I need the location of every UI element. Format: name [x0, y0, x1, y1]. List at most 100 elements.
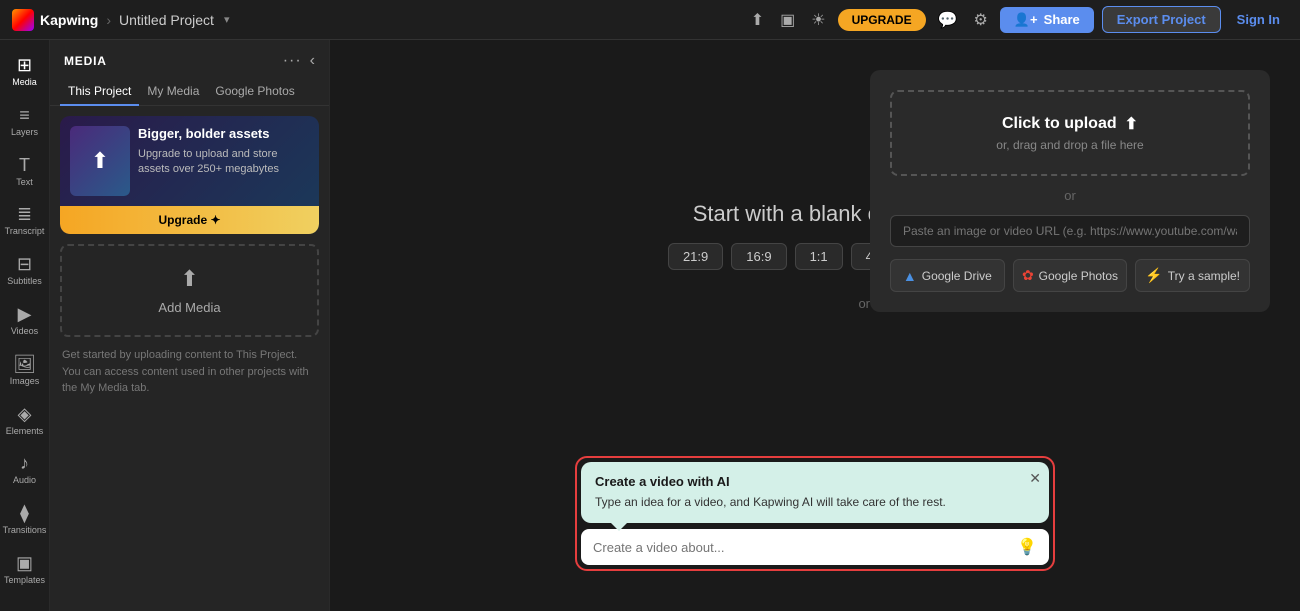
nav-item-videos[interactable]: ▶ Videos	[2, 297, 48, 345]
add-media-label: Add Media	[158, 300, 220, 315]
nav-item-layers[interactable]: ≡ Layers	[2, 98, 48, 146]
nav-label-subtitles: Subtitles	[7, 276, 42, 287]
nav-label-transcript: Transcript	[5, 226, 45, 237]
upgrade-card-description: Upgrade to upload and store assets over …	[138, 147, 309, 178]
or-divider: or	[858, 296, 870, 311]
ratio-btn-1-1[interactable]: 1:1	[795, 243, 843, 270]
panel-header-actions: ··· ‹	[283, 52, 315, 70]
google-photos-label: Google Photos	[1039, 269, 1118, 283]
tab-my-media[interactable]: My Media	[139, 78, 207, 106]
signin-button[interactable]: Sign In	[1229, 7, 1288, 32]
templates-nav-icon: ▣	[16, 554, 33, 572]
panel-collapse-button[interactable]: ‹	[310, 52, 315, 70]
upgrade-card-button[interactable]: Upgrade ✦	[60, 206, 319, 234]
panel-more-button[interactable]: ···	[283, 52, 302, 70]
add-media-icon: ⬆	[180, 266, 198, 292]
ai-bubble-description: Type an idea for a video, and Kapwing AI…	[595, 494, 1035, 511]
ai-bubble-title: Create a video with AI	[595, 474, 1035, 489]
panel-header: MEDIA ··· ‹	[50, 40, 329, 78]
ai-bubble: ✕ Create a video with AI Type an idea fo…	[581, 462, 1049, 523]
upgrade-card: ⬆ Bigger, bolder assets Upgrade to uploa…	[60, 116, 319, 234]
nav-item-media[interactable]: ⊞ Media	[2, 48, 48, 96]
breadcrumb-separator: ›	[106, 12, 111, 28]
nav-label-images: Images	[10, 376, 40, 387]
main-layout: ⊞ Media ≡ Layers T Text ≣ Transcript ⊟ S…	[0, 40, 1300, 611]
ratio-btn-21-9[interactable]: 21:9	[668, 243, 723, 270]
brand-name: Kapwing	[40, 12, 98, 28]
comment-icon-btn[interactable]: 💬	[934, 6, 962, 34]
right-upload-panel: Click to upload ⬆ or, drag and drop a fi…	[870, 70, 1270, 312]
media-panel: MEDIA ··· ‹ This Project My Media Google…	[50, 40, 330, 611]
upgrade-text-block: Bigger, bolder assets Upgrade to upload …	[138, 126, 309, 196]
google-photos-button[interactable]: ✿ Google Photos	[1013, 259, 1128, 292]
try-sample-button[interactable]: ⚡ Try a sample!	[1135, 259, 1250, 292]
elements-nav-icon: ◈	[18, 405, 32, 423]
export-button[interactable]: Export Project	[1102, 6, 1221, 33]
nav-item-templates[interactable]: ▣ Templates	[2, 546, 48, 594]
nav-label-text: Text	[16, 177, 33, 188]
nav-item-subtitles[interactable]: ⊟ Subtitles	[2, 247, 48, 295]
project-dropdown-icon[interactable]: ▾	[224, 13, 230, 26]
tab-google-photos[interactable]: Google Photos	[207, 78, 302, 106]
layers-nav-icon: ≡	[19, 106, 30, 124]
images-nav-icon: 🖼	[13, 355, 36, 373]
upgrade-card-title: Bigger, bolder assets	[138, 126, 309, 143]
nav-label-transitions: Transitions	[3, 525, 47, 536]
panel-hint-text: Get started by uploading content to This…	[60, 347, 319, 397]
nav-label-layers: Layers	[11, 127, 38, 138]
nav-label-templates: Templates	[4, 575, 45, 586]
add-media-button[interactable]: ⬆ Add Media	[60, 244, 319, 337]
audio-nav-icon: ♪	[20, 454, 29, 472]
nav-label-elements: Elements	[6, 426, 44, 437]
google-photos-icon: ✿	[1022, 267, 1034, 284]
tab-this-project[interactable]: This Project	[60, 78, 139, 106]
upload-or: or	[890, 188, 1250, 203]
canvas-area: Start with a blank canvas 21:9 16:9 1:1 …	[330, 40, 1300, 611]
settings-icon-btn[interactable]: ⚙	[970, 6, 992, 34]
google-drive-button[interactable]: ▲ Google Drive	[890, 259, 1005, 292]
nav-label-media: Media	[12, 77, 37, 88]
nav-item-elements[interactable]: ◈ Elements	[2, 397, 48, 445]
nav-item-transcript[interactable]: ≣ Transcript	[2, 197, 48, 245]
share-label: Share	[1044, 12, 1080, 27]
text-nav-icon: T	[19, 156, 30, 174]
videos-nav-icon: ▶	[18, 305, 32, 323]
transitions-nav-icon: ⧫	[20, 504, 29, 522]
ai-bubble-close-button[interactable]: ✕	[1029, 470, 1041, 487]
external-btns: ▲ Google Drive ✿ Google Photos ⚡ Try a s…	[890, 259, 1250, 292]
nav-item-text[interactable]: T Text	[2, 148, 48, 196]
ratio-btn-16-9[interactable]: 16:9	[731, 243, 786, 270]
ai-lightbulb-icon[interactable]: 💡	[1017, 537, 1037, 557]
sun-icon-btn[interactable]: ☀	[807, 6, 829, 34]
upload-drop-area[interactable]: Click to upload ⬆ or, drag and drop a fi…	[890, 90, 1250, 176]
upgrade-card-inner: ⬆ Bigger, bolder assets Upgrade to uploa…	[60, 116, 319, 206]
left-nav: ⊞ Media ≡ Layers T Text ≣ Transcript ⊟ S…	[0, 40, 50, 611]
google-drive-icon: ▲	[903, 268, 917, 284]
transcript-nav-icon: ≣	[17, 205, 32, 223]
url-input[interactable]	[890, 215, 1250, 247]
ai-popup-container: ✕ Create a video with AI Type an idea fo…	[575, 456, 1055, 571]
ai-video-input[interactable]	[593, 540, 1009, 555]
share-button[interactable]: 👤+ Share	[1000, 7, 1094, 33]
upgrade-thumb-image: ⬆	[70, 126, 130, 196]
subtitles-nav-icon: ⊟	[17, 255, 32, 273]
nav-label-videos: Videos	[11, 326, 38, 337]
share-icon: 👤+	[1014, 12, 1038, 28]
upgrade-button[interactable]: UPGRADE	[838, 9, 926, 31]
topbar: Kapwing › Untitled Project ▾ ⬆ ▣ ☀ UPGRA…	[0, 0, 1300, 40]
history-icon-btn[interactable]: ▣	[776, 6, 799, 34]
sample-icon: ⚡	[1145, 267, 1162, 284]
nav-item-images[interactable]: 🖼 Images	[2, 347, 48, 395]
panel-resize-handle[interactable]	[325, 40, 329, 611]
google-drive-label: Google Drive	[922, 269, 992, 283]
upload-subtitle: or, drag and drop a file here	[914, 138, 1226, 152]
nav-item-audio[interactable]: ♪ Audio	[2, 446, 48, 494]
topbar-actions: ⬆ ▣ ☀ UPGRADE 💬 ⚙ 👤+ Share Export Projec…	[747, 6, 1288, 34]
sample-label: Try a sample!	[1168, 269, 1240, 283]
ai-input-row: 💡	[581, 529, 1049, 565]
nav-label-audio: Audio	[13, 475, 36, 486]
logo: Kapwing	[12, 9, 98, 31]
nav-item-transitions[interactable]: ⧫ Transitions	[2, 496, 48, 544]
upload-icon-btn[interactable]: ⬆	[747, 6, 768, 34]
panel-content: ⬆ Bigger, bolder assets Upgrade to uploa…	[50, 106, 329, 611]
